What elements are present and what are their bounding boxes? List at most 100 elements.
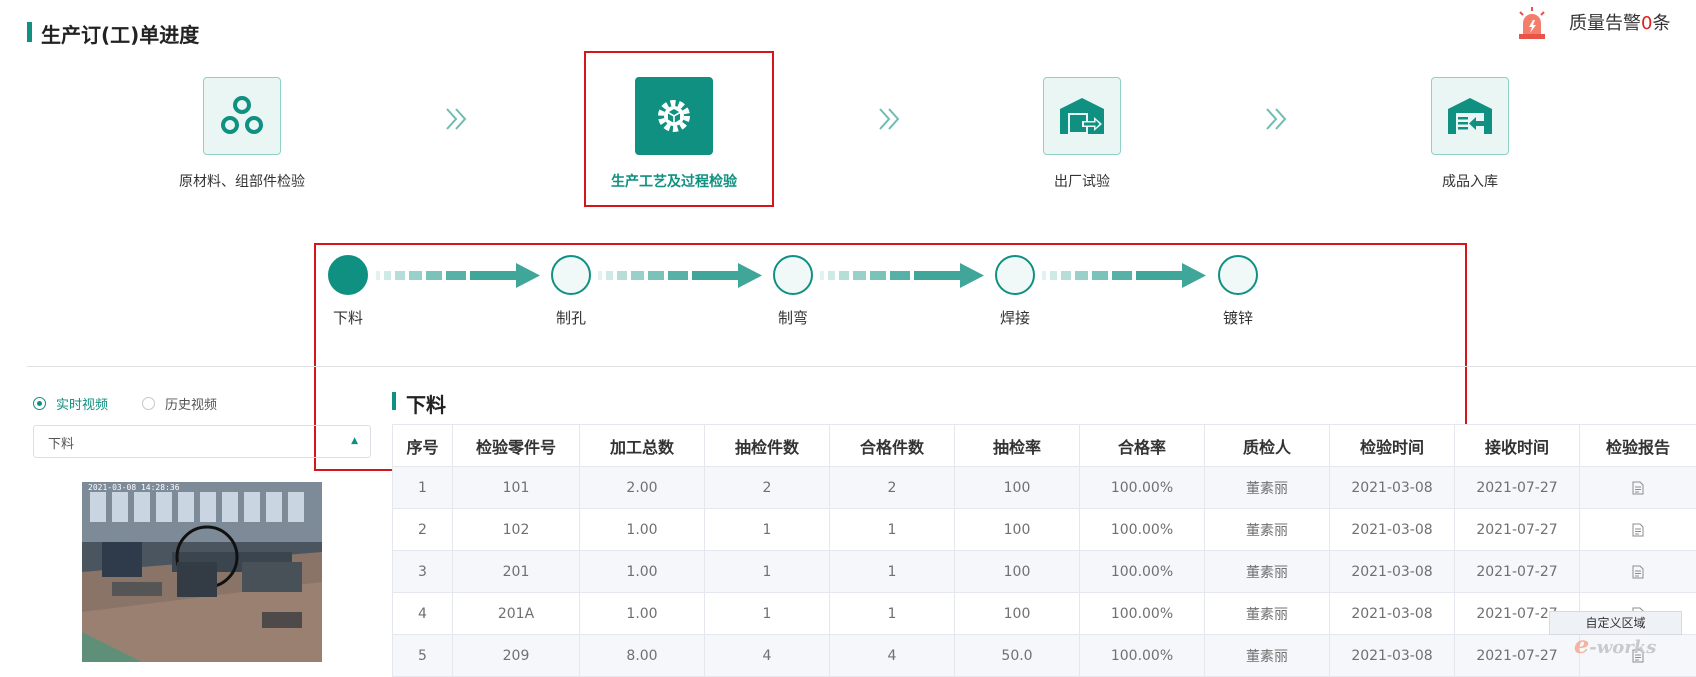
table-cell: 1.00 (580, 551, 705, 593)
stage-factory-test[interactable]: 出厂试验 (972, 77, 1192, 191)
table-cell: 2 (830, 467, 955, 509)
table-cell: 2021-03-08 (1330, 593, 1455, 635)
inspection-table: 序号 检验零件号 加工总数 抽检件数 合格件数 抽检率 合格率 质检人 检验时间… (392, 424, 1696, 677)
radio-dot (142, 397, 155, 410)
table-cell: 2021-03-08 (1330, 551, 1455, 593)
table-cell: 2.00 (580, 467, 705, 509)
table-cell: 2021-03-08 (1330, 635, 1455, 677)
radio-history-video[interactable]: 历史视频 (142, 394, 217, 413)
watermark-logo: e-works (1574, 630, 1656, 659)
document-icon[interactable] (1632, 481, 1644, 495)
document-icon[interactable] (1632, 565, 1644, 579)
radio-label: 实时视频 (56, 394, 108, 413)
table-cell: 201 (453, 551, 580, 593)
progress-arrow-icon (1042, 262, 1206, 288)
radio-label: 历史视频 (165, 394, 217, 413)
table-cell: 100 (955, 551, 1080, 593)
table-cell: 2021-07-27 (1455, 467, 1580, 509)
column-header[interactable]: 合格件数 (830, 425, 955, 467)
title-accent-bar (27, 22, 32, 42)
alarm-label: 质量告警 (1569, 13, 1641, 34)
table-cell: 1 (705, 593, 830, 635)
table-row: 52098.004450.0100.00%董素丽2021-03-082021-0… (393, 635, 1696, 677)
table-cell: 100.00% (1080, 509, 1205, 551)
radio-live-video[interactable]: 实时视频 (33, 394, 108, 413)
report-cell[interactable] (1580, 509, 1696, 551)
section-title: 下料 (406, 389, 446, 418)
step-label: 镀锌 (1198, 307, 1278, 328)
table-cell: 2021-03-08 (1330, 467, 1455, 509)
alarm-siren-icon[interactable] (1516, 6, 1548, 40)
table-row: 32011.0011100100.00%董素丽2021-03-082021-07… (393, 551, 1696, 593)
table-cell: 董素丽 (1205, 635, 1330, 677)
table-cell: 100 (955, 593, 1080, 635)
process-select[interactable]: 下料 ▲ (33, 425, 371, 458)
stage-label: 出厂试验 (972, 171, 1192, 191)
table-cell: 1.00 (580, 509, 705, 551)
table-cell: 1 (830, 593, 955, 635)
table-cell: 100.00% (1080, 467, 1205, 509)
report-cell[interactable] (1580, 467, 1696, 509)
table-cell: 100 (955, 467, 1080, 509)
column-header[interactable]: 抽检件数 (705, 425, 830, 467)
table-cell: 1.00 (580, 593, 705, 635)
column-header[interactable]: 抽检率 (955, 425, 1080, 467)
table-cell: 100.00% (1080, 551, 1205, 593)
chevron-right-icon (444, 106, 470, 132)
table-cell: 董素丽 (1205, 467, 1330, 509)
table-cell: 5 (393, 635, 453, 677)
column-header[interactable]: 质检人 (1205, 425, 1330, 467)
stage-materials-inspection[interactable]: 原材料、组部件检验 (132, 77, 352, 191)
table-cell: 100 (955, 509, 1080, 551)
video-timestamp: 2021-03-08 14:28:36 (88, 483, 180, 492)
warehouse-out-icon (1058, 95, 1106, 137)
table-cell: 2 (705, 467, 830, 509)
table-cell: 董素丽 (1205, 551, 1330, 593)
step-label: 下料 (308, 307, 388, 328)
video-feed[interactable]: 2021-03-08 14:28:36 (82, 482, 322, 662)
step-circle (773, 255, 813, 295)
table-row: 11012.0022100100.00%董素丽2021-03-082021-07… (393, 467, 1696, 509)
step-circle (328, 255, 368, 295)
section-divider (27, 366, 1696, 367)
caret-up-icon: ▲ (351, 436, 358, 446)
column-header[interactable]: 合格率 (1080, 425, 1205, 467)
progress-arrow-icon (598, 262, 762, 288)
column-header[interactable]: 加工总数 (580, 425, 705, 467)
column-header[interactable]: 接收时间 (1455, 425, 1580, 467)
progress-arrow-icon (820, 262, 984, 288)
highlight-frame-stage (584, 51, 774, 207)
stage-label: 原材料、组部件检验 (132, 171, 352, 191)
column-header[interactable]: 检验报告 (1580, 425, 1696, 467)
table-header-row: 序号 检验零件号 加工总数 抽检件数 合格件数 抽检率 合格率 质检人 检验时间… (393, 425, 1696, 467)
column-header[interactable]: 检验零件号 (453, 425, 580, 467)
quality-alarm[interactable]: 质量告警0条 (1569, 9, 1670, 35)
stage-icon-box (1043, 77, 1121, 155)
table-cell: 4 (830, 635, 955, 677)
chevron-right-icon (877, 106, 903, 132)
table-cell: 8.00 (580, 635, 705, 677)
table-cell: 100.00% (1080, 635, 1205, 677)
warehouse-in-icon (1446, 95, 1494, 137)
table-cell: 2 (393, 509, 453, 551)
step-galvanizing[interactable]: 镀锌 (1198, 255, 1278, 328)
stage-warehouse-storage[interactable]: 成品入库 (1360, 77, 1580, 191)
step-label: 制弯 (753, 307, 833, 328)
table-cell: 董素丽 (1205, 509, 1330, 551)
table-cell: 4 (393, 593, 453, 635)
table-cell: 1 (393, 467, 453, 509)
stage-label: 成品入库 (1360, 171, 1580, 191)
column-header[interactable]: 序号 (393, 425, 453, 467)
stage-icon-box (203, 77, 281, 155)
report-cell[interactable] (1580, 551, 1696, 593)
progress-arrow-icon (376, 262, 540, 288)
column-header[interactable]: 检验时间 (1330, 425, 1455, 467)
document-icon[interactable] (1632, 523, 1644, 537)
table-cell: 2021-07-27 (1455, 635, 1580, 677)
alarm-unit: 条 (1652, 13, 1670, 34)
table-cell: 1 (705, 551, 830, 593)
table-cell: 2021-03-08 (1330, 509, 1455, 551)
section-accent-bar (392, 392, 396, 410)
step-circle (551, 255, 591, 295)
alarm-count: 0 (1641, 13, 1652, 34)
